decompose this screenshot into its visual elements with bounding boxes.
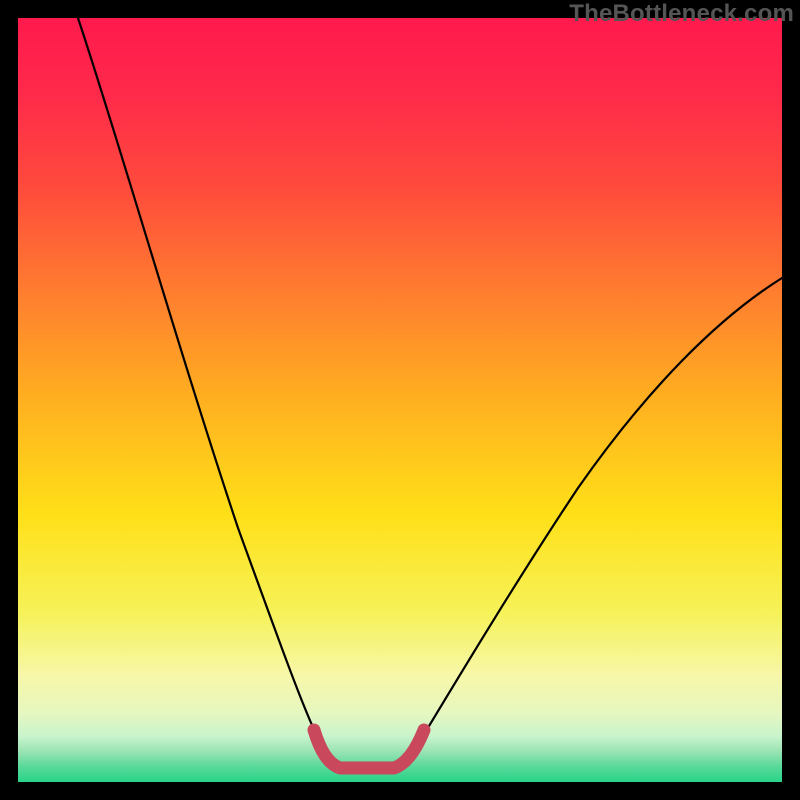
plot-area [18,18,782,782]
watermark-text: TheBottleneck.com [569,0,794,28]
bottleneck-curve [78,18,782,766]
curve-layer [18,18,782,782]
optimal-band [314,730,424,768]
chart-frame: TheBottleneck.com [0,0,800,800]
